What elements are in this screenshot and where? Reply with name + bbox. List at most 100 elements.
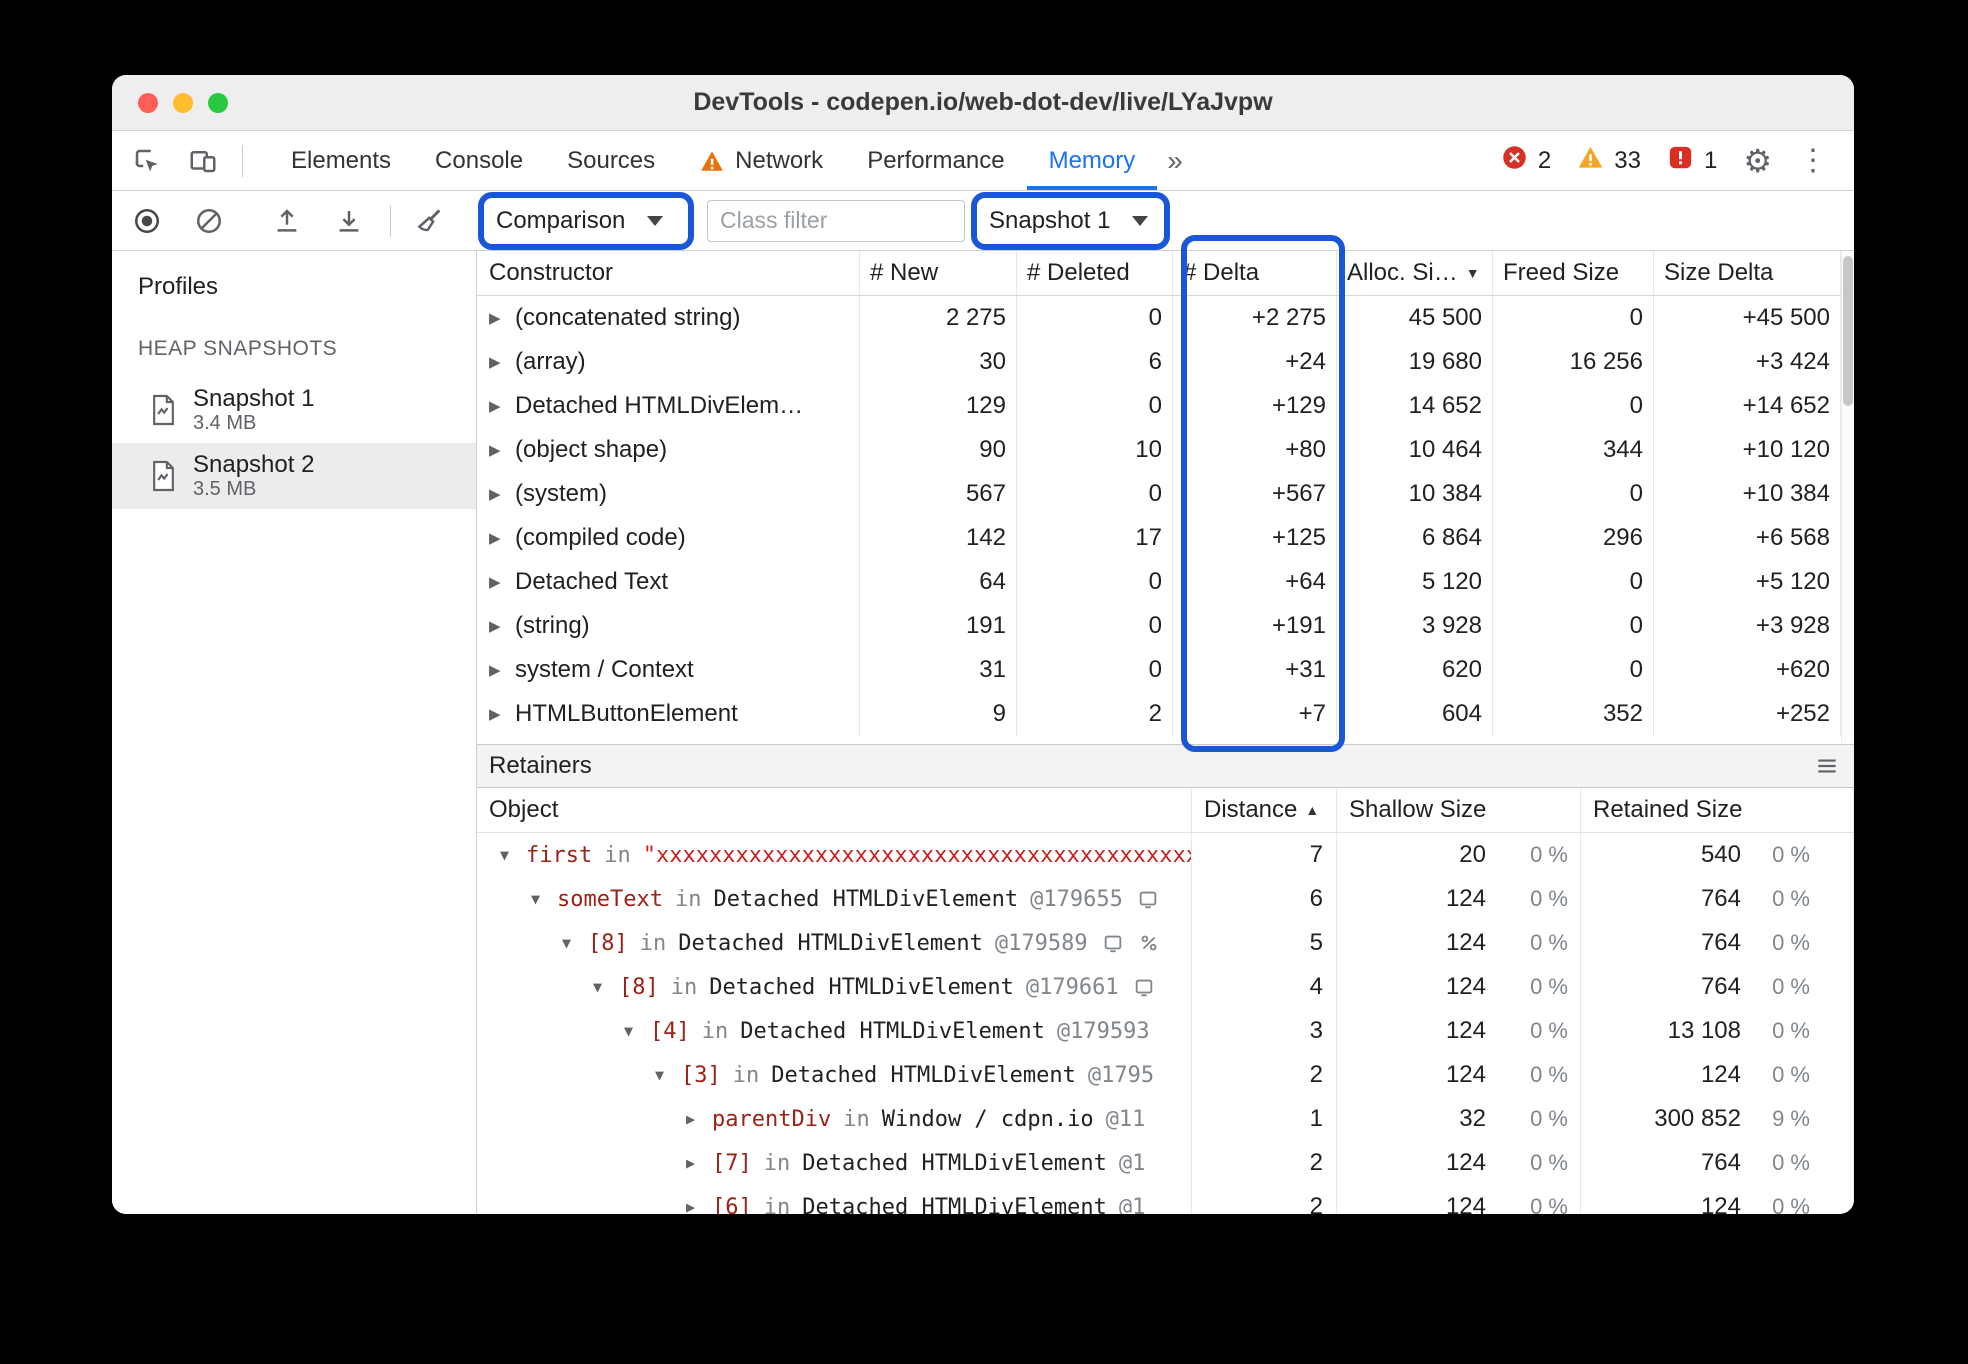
tab-memory[interactable]: Memory [1027,131,1158,190]
warning-icon [699,148,725,174]
heap-table-row[interactable]: ▶ Detached Text 64 0 +64 5 120 0 +5 120 [477,560,1841,604]
tab-elements[interactable]: Elements [269,131,413,190]
col-deleted[interactable]: # Deleted [1017,251,1173,295]
console-errors-badge[interactable]: 2 [1501,144,1551,178]
vertical-scrollbar[interactable] [1841,251,1854,743]
reveal-element-icon[interactable] [1133,976,1155,998]
retainer-row[interactable]: ▼ [4] in Detached HTMLDivElement @179593 3 1… [477,1009,1854,1053]
retainer-row[interactable]: ▶ [7] in Detached HTMLDivElement @1 2 124 0 %… [477,1141,1854,1185]
inspect-element-icon[interactable] [132,146,162,176]
heap-table-row[interactable]: ▶ (concatenated string) 2 275 0 +2 275 45… [477,296,1841,340]
col-new[interactable]: # New [860,251,1017,295]
hamburger-menu-icon[interactable] [1814,753,1840,779]
col-freed-size[interactable]: Freed Size [1493,251,1654,295]
more-tabs-button[interactable]: » [1157,131,1193,190]
heap-table-row[interactable]: ▶ Detached HTMLDivElem… 129 0 +129 14 652… [477,384,1841,428]
retainer-object-id: @1 [1118,1194,1146,1215]
expand-arrow-icon[interactable]: ▶ [489,573,515,591]
heap-table-row[interactable]: ▶ HTMLButtonElement 9 2 +7 604 352 +252 [477,692,1841,736]
heap-table-row[interactable]: ▶ (array) 30 6 +24 19 680 16 256 +3 424 [477,340,1841,384]
freed-size: 0 [1493,560,1654,604]
col-size-delta[interactable]: Size Delta [1654,251,1841,295]
size-delta: +5 120 [1654,560,1841,604]
collapse-arrow-icon[interactable]: ▼ [562,934,588,952]
retainer-row[interactable]: ▶ [6] in Detached HTMLDivElement @1 2 124 0 %… [477,1185,1854,1214]
delta-count: +7 [1173,692,1337,736]
snapshot-name: Snapshot 1 [193,384,315,412]
expand-arrow-icon[interactable]: ▶ [489,441,515,459]
base-snapshot-select[interactable]: Snapshot 1 [989,207,1149,235]
clear-profiles-button[interactable] [194,206,224,236]
deleted-count: 6 [1017,340,1173,384]
expand-arrow-icon[interactable]: ▶ [489,485,515,503]
col-distance[interactable]: Distance ▲ [1192,788,1337,832]
class-filter-input[interactable] [707,199,965,242]
expand-arrow-icon[interactable]: ▶ [489,705,515,723]
retainer-row[interactable]: ▼ [8] in Detached HTMLDivElement @179589 5 1… [477,921,1854,965]
tab-network[interactable]: Network [677,131,845,190]
tab-performance[interactable]: Performance [845,131,1026,190]
reveal-element-icon[interactable] [1137,888,1159,910]
in-keyword: in [732,1062,760,1088]
heap-table-row[interactable]: ▶ (string) 191 0 +191 3 928 0 +3 928 [477,604,1841,648]
deleted-count: 0 [1017,648,1173,692]
zoom-window-button[interactable] [208,93,228,113]
expand-arrow-icon[interactable]: ▶ [686,1110,712,1128]
tab-console[interactable]: Console [413,131,545,190]
clean-garbage-broom-icon[interactable] [415,206,445,236]
col-shallow-size[interactable]: Shallow Size [1337,788,1581,832]
load-profile-icon[interactable] [334,206,364,236]
collapse-arrow-icon[interactable]: ▼ [500,846,526,864]
expand-arrow-icon[interactable]: ▶ [489,353,515,371]
expand-arrow-icon[interactable]: ▶ [489,661,515,679]
col-delta[interactable]: # Delta [1173,251,1337,295]
issues-badge[interactable]: 1 [1667,144,1717,178]
percent-badge-icon[interactable] [1138,932,1160,954]
retainer-row[interactable]: ▼ someText in Detached HTMLDivElement @17965… [477,877,1854,921]
expand-arrow-icon[interactable]: ▶ [489,397,515,415]
tab-sources[interactable]: Sources [545,131,677,190]
expand-arrow-icon[interactable]: ▶ [686,1154,712,1172]
retainer-row[interactable]: ▼ first in "xxxxxxxxxxxxxxxxxxxxxxxxxxxxxxx… [477,833,1854,877]
device-toolbar-icon[interactable] [188,146,218,176]
retainer-row[interactable]: ▶ parentDiv in Window / cdpn.io @11 1 32 0 % … [477,1097,1854,1141]
collapse-arrow-icon[interactable]: ▼ [531,890,557,908]
sidebar-item-snapshot-2[interactable]: Snapshot 2 3.5 MB [112,443,476,509]
settings-gear-icon[interactable]: ⚙ [1743,145,1772,177]
expand-arrow-icon[interactable]: ▶ [489,529,515,547]
save-profile-icon[interactable] [272,206,302,236]
col-alloc-size[interactable]: Alloc. Si… ▼ [1337,251,1493,295]
sidebar-item-snapshot-1[interactable]: Snapshot 1 3.4 MB [112,377,476,443]
console-warnings-badge[interactable]: 33 [1577,144,1641,178]
collapse-arrow-icon[interactable]: ▼ [593,978,619,996]
col-label: # Delta [1183,259,1260,286]
shallow-size-pct: 0 % [1530,886,1568,911]
reveal-element-icon[interactable] [1102,932,1124,954]
expand-arrow-icon[interactable]: ▶ [489,617,515,635]
size-delta: +3 424 [1654,340,1841,384]
heap-table-row[interactable]: ▶ (system) 567 0 +567 10 384 0 +10 384 [477,472,1841,516]
retainer-row[interactable]: ▼ [3] in Detached HTMLDivElement @1795 2 124… [477,1053,1854,1097]
expand-arrow-icon[interactable]: ▶ [489,309,515,327]
in-keyword: in [763,1194,791,1215]
kebab-menu-icon[interactable]: ⋮ [1798,145,1828,176]
col-object[interactable]: Object [477,788,1192,832]
expand-arrow-icon[interactable]: ▶ [686,1198,712,1214]
record-heap-snapshot-button[interactable] [132,206,162,236]
col-retained-size[interactable]: Retained Size [1581,788,1854,832]
scrollbar-thumb[interactable] [1843,256,1853,406]
heap-table-row[interactable]: ▶ system / Context 31 0 +31 620 0 +620 [477,648,1841,692]
col-constructor[interactable]: Constructor [477,251,860,295]
collapse-arrow-icon[interactable]: ▼ [655,1066,681,1084]
size-delta: +14 652 [1654,384,1841,428]
shallow-size-pct: 0 % [1530,1194,1568,1214]
heap-table-row[interactable]: ▶ (object shape) 90 10 +80 10 464 344 +10… [477,428,1841,472]
collapse-arrow-icon[interactable]: ▼ [624,1022,650,1040]
retainer-edge-name: first [526,842,593,868]
tab-label: Elements [291,146,392,174]
minimize-window-button[interactable] [173,93,193,113]
close-window-button[interactable] [138,93,158,113]
retainer-row[interactable]: ▼ [8] in Detached HTMLDivElement @179661 4 1… [477,965,1854,1009]
heap-table-row[interactable]: ▶ (compiled code) 142 17 +125 6 864 296 +… [477,516,1841,560]
perspective-select[interactable]: Comparison [496,207,664,235]
